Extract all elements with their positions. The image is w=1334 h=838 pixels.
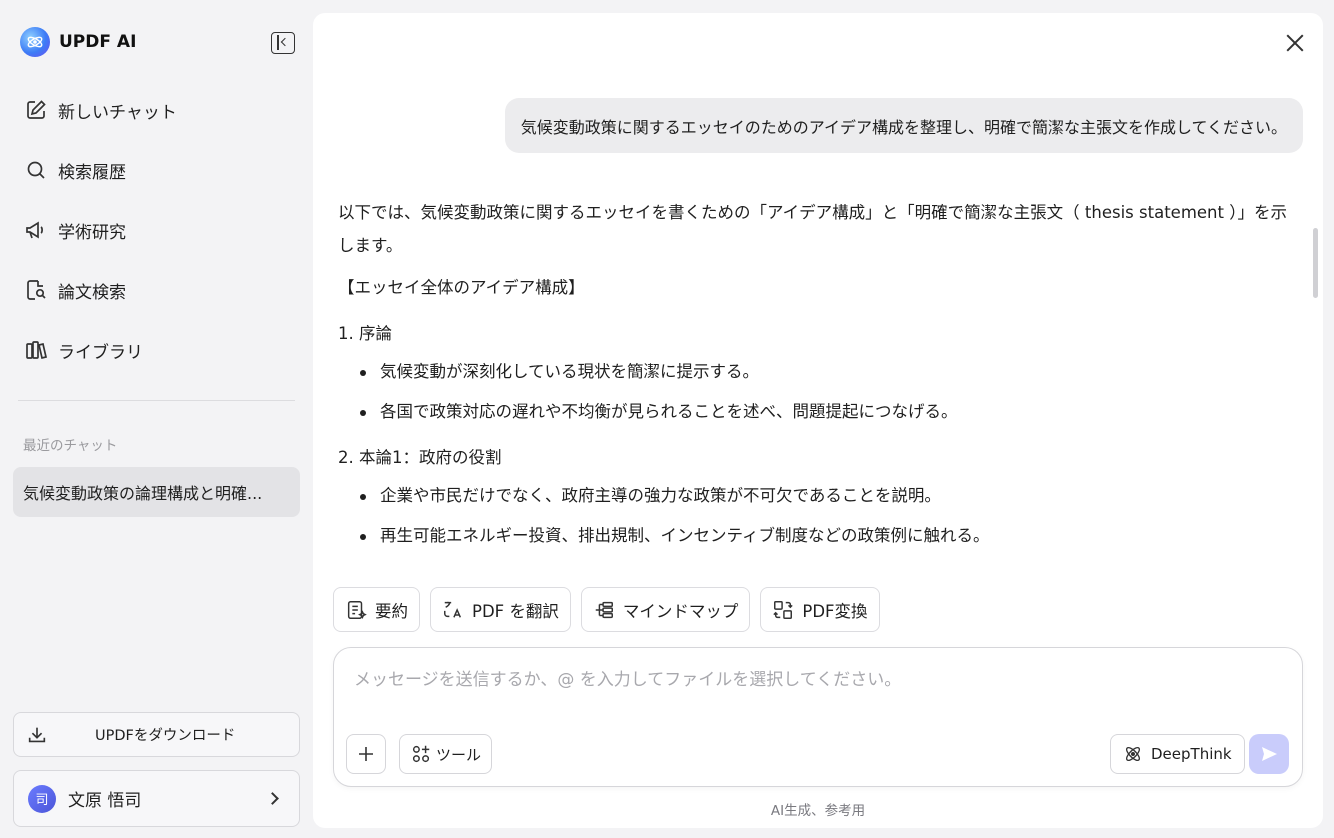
app-name: UPDF AI (59, 32, 137, 52)
search-icon (27, 161, 45, 179)
megaphone-icon (26, 221, 43, 239)
updf-logo-icon (20, 27, 50, 57)
tools-grid-icon (412, 745, 430, 763)
list-item: 再生可能エネルギー投資、排出規制、インセンティブ制度などの政策例に触れる。 (338, 524, 1288, 548)
document-search-icon (27, 280, 46, 300)
convert-label: PDF変換 (802, 601, 868, 621)
atom-icon (1125, 746, 1141, 762)
tools-button[interactable]: ツール (399, 734, 493, 774)
mindmap-label: マインドマップ (622, 601, 739, 621)
sidebar-item-label: 新しいチャット (58, 102, 177, 123)
sidebar-item-new-chat[interactable]: 新しいチャット (12, 88, 302, 132)
sidebar-item-paper-search[interactable]: 論文検索 (12, 268, 302, 312)
translate-label: PDF を翻訳 (472, 601, 559, 621)
tools-label: ツール (436, 745, 482, 764)
section-title: 1. 序論 (338, 324, 392, 343)
collapse-sidebar-icon[interactable] (271, 32, 295, 54)
scrollbar[interactable] (1313, 228, 1318, 298)
add-attachment-button[interactable] (346, 734, 386, 774)
sidebar-item-library[interactable]: ライブラリ (12, 328, 302, 372)
ai-disclaimer: AI生成、参考用 (770, 803, 866, 819)
avatar: 司 (28, 784, 56, 813)
ai-answer: 以下では、気候変動政策に関するエッセイを書くための「アイデア構成」と「明確で簡潔… (338, 196, 1288, 570)
sidebar-item-label: 検索履歴 (58, 162, 126, 183)
summary-button[interactable]: 要約 (333, 587, 420, 632)
send-button[interactable] (1249, 734, 1289, 774)
sidebar-item-label: ライブラリ (58, 342, 143, 363)
close-icon[interactable] (1285, 33, 1305, 53)
chevron-right-icon (266, 792, 279, 805)
download-label: UPDFをダウンロード (95, 728, 236, 744)
translate-icon (444, 601, 462, 618)
mindmap-icon (595, 601, 613, 618)
list-item: 各国で政策対応の遅れや不均衡が見られることを述べ、問題提起につなげる。 (338, 400, 1288, 424)
sidebar-item-search-history[interactable]: 検索履歴 (12, 148, 302, 192)
mindmap-button[interactable]: マインドマップ (580, 587, 751, 632)
section-title: 2. 本論1：政府の役割 (338, 448, 502, 467)
sidebar-divider (18, 400, 295, 401)
quick-actions: 要約 PDF を翻訳 マインドマップ PDF変換 (333, 587, 890, 632)
sidebar-item-label: 学術研究 (58, 222, 126, 243)
deepthink-label: DeepThink (1151, 745, 1232, 763)
user-name: 文原 悟司 (68, 791, 142, 811)
download-icon (28, 727, 46, 742)
plus-icon (359, 747, 373, 761)
summary-label: 要約 (375, 601, 408, 621)
pdf-convert-button[interactable]: PDF変換 (760, 587, 880, 632)
user-message-bubble: 気候変動政策に関するエッセイのためのアイデア構成を整理し、明確で簡潔な主張文を作… (504, 98, 1303, 153)
recent-chat-item[interactable]: 気候変動政策の論理構成と明確... (13, 467, 300, 517)
section-bullets: 企業や市民だけでなく、政府主導の強力な政策が不可欠であることを説明。 再生可能エ… (338, 484, 1288, 548)
list-item: 企業や市民だけでなく、政府主導の強力な政策が不可欠であることを説明。 (338, 484, 1288, 508)
section-bullets: 気候変動が深刻化している現状を簡潔に提示する。 各国で政策対応の遅れや不均衡が見… (338, 360, 1288, 424)
answer-heading: 【エッセイ全体のアイデア構成】 (338, 278, 585, 297)
convert-icon (773, 600, 794, 619)
message-composer: ツール DeepThink (333, 647, 1303, 787)
library-icon (26, 341, 48, 360)
download-updf-button[interactable]: UPDFをダウンロード (13, 712, 300, 757)
sidebar-item-academic-research[interactable]: 学術研究 (12, 208, 302, 252)
sidebar: UPDF AI 新しいチャット 検索履歴 学術研究 論文検索 ライブラリ 最近の… (0, 0, 313, 838)
sidebar-item-label: 論文検索 (58, 282, 126, 303)
summary-icon (347, 600, 367, 619)
answer-intro: 以下では、気候変動政策に関するエッセイを書くための「アイデア構成」と「明確で簡潔… (338, 203, 1287, 255)
send-icon (1262, 747, 1277, 761)
message-input[interactable] (354, 670, 1254, 690)
sidebar-nav: 新しいチャット 検索履歴 学術研究 論文検索 ライブラリ (12, 88, 302, 388)
list-item: 気候変動が深刻化している現状を簡潔に提示する。 (338, 360, 1288, 384)
user-account-card[interactable]: 司 文原 悟司 (13, 770, 300, 827)
translate-pdf-button[interactable]: PDF を翻訳 (430, 587, 571, 632)
brand[interactable]: UPDF AI (20, 27, 136, 57)
new-chat-icon (27, 100, 46, 119)
chat-panel: 気候変動政策に関するエッセイのためのアイデア構成を整理し、明確で簡潔な主張文を作… (313, 13, 1323, 828)
recent-chats-label: 最近のチャット (23, 438, 118, 454)
deepthink-toggle[interactable]: DeepThink (1110, 734, 1245, 774)
